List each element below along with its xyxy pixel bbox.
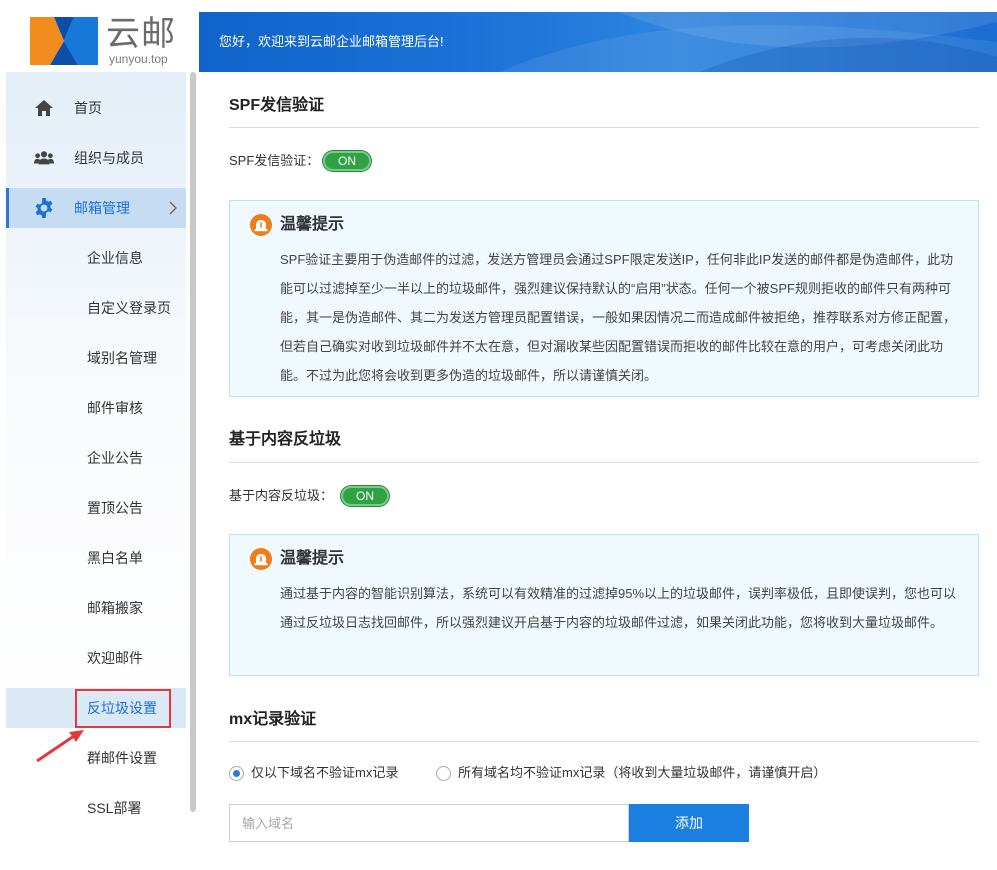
submenu-item-label: 自定义登录页 [87, 300, 171, 316]
add-domain-button[interactable]: 添加 [629, 804, 749, 842]
submenu-item-custom-login-page[interactable]: 自定义登录页 [6, 288, 186, 328]
radio-button-checked[interactable] [229, 766, 244, 781]
submenu-item-company-info[interactable]: 企业信息 [6, 238, 186, 278]
sidebar-item-mailbox-management[interactable]: 邮箱管理 [6, 188, 186, 228]
submenu-item-label: 企业公告 [87, 450, 143, 466]
spf-toggle-label: SPF发信验证： [229, 153, 320, 168]
submenu-item-ssl-deployment[interactable]: SSL部署 [6, 788, 186, 828]
submenu-item-blacklist-whitelist[interactable]: 黑白名单 [6, 538, 186, 578]
logo[interactable]: 云邮 yunyou.top [0, 0, 199, 72]
sidebar-item-label: 首页 [74, 100, 102, 116]
active-indicator [6, 188, 9, 228]
section-divider [229, 127, 979, 128]
home-icon [35, 100, 53, 116]
sidebar-item-home[interactable]: 首页 [6, 88, 186, 128]
toggle-state-text: ON [338, 154, 356, 168]
submenu-item-label: 欢迎邮件 [87, 650, 143, 666]
submenu-item-label: 邮箱搬家 [87, 600, 143, 616]
spf-tip-box: 温馨提示 SPF验证主要用于伪造邮件的过滤，发送方管理员会通过SPF限定发送IP… [229, 200, 979, 397]
gear-icon [35, 198, 53, 218]
annotation-arrow-icon [36, 730, 84, 763]
content-filter-tip-body: 通过基于内容的智能识别算法，系统可以有效精准的过滤掉95%以上的垃圾邮件，误判率… [280, 586, 957, 630]
submenu-item-label: 置顶公告 [87, 500, 143, 516]
mx-section-title: mx记录验证 [229, 711, 317, 728]
submenu-item-welcome-mail[interactable]: 欢迎邮件 [6, 638, 186, 678]
sidebar: 云邮 yunyou.top 首页 组织与成员 邮箱管理 企业信息 自定义登录页 … [0, 0, 199, 870]
submenu-item-pinned-announcements[interactable]: 置顶公告 [6, 488, 186, 528]
mx-option-all-domains[interactable]: 所有域名均不验证mx记录（将收到大量垃圾邮件，请谨慎开启） [436, 764, 876, 782]
users-icon [34, 151, 54, 165]
logo-mark-icon [30, 17, 98, 65]
submenu-item-label: 域别名管理 [87, 350, 157, 366]
alert-siren-icon [250, 214, 272, 236]
toggle-state-text: ON [356, 489, 374, 503]
submenu-item-label: 企业信息 [87, 250, 143, 266]
spf-tip-title: 温馨提示 [280, 216, 345, 233]
logo-domain: yunyou.top [109, 52, 168, 66]
sidebar-item-label: 组织与成员 [74, 150, 144, 166]
radio-label: 所有域名均不验证mx记录（将收到大量垃圾邮件，请谨慎开启） [458, 765, 827, 780]
spf-toggle[interactable]: ON [323, 151, 371, 171]
submenu-item-label: SSL部署 [87, 800, 142, 816]
radio-button-unchecked[interactable] [436, 766, 451, 781]
submenu-item-label: 邮件审核 [87, 400, 143, 416]
mx-radio-group: 仅以下域名不验证mx记录 所有域名均不验证mx记录（将收到大量垃圾邮件，请谨慎开… [229, 764, 989, 782]
spf-section-title: SPF发信验证 [229, 97, 325, 114]
welcome-text: 您好，欢迎来到云邮企业邮箱管理后台! [219, 34, 444, 49]
submenu-item-mailbox-migration[interactable]: 邮箱搬家 [6, 588, 186, 628]
submenu-item-announcements[interactable]: 企业公告 [6, 438, 186, 478]
section-divider [229, 462, 979, 463]
main-content: SPF发信验证 SPF发信验证： ON 温馨提示 SPF验证主要用于伪造邮件的过… [199, 72, 997, 870]
mx-option-except-listed[interactable]: 仅以下域名不验证mx记录 [229, 764, 419, 782]
domain-input[interactable] [229, 804, 629, 842]
content-filter-toggle-row: 基于内容反垃圾： ON [229, 486, 429, 506]
submenu-item-mail-review[interactable]: 邮件审核 [6, 388, 186, 428]
submenu-item-label: 黑白名单 [87, 550, 143, 566]
content-filter-tip-title: 温馨提示 [280, 550, 345, 567]
app-root: 云邮 yunyou.top 首页 组织与成员 邮箱管理 企业信息 自定义登录页 … [0, 0, 997, 870]
sidebar-item-label: 邮箱管理 [74, 200, 130, 216]
content-filter-tip-box: 温馨提示 通过基于内容的智能识别算法，系统可以有效精准的过滤掉95%以上的垃圾邮… [229, 534, 979, 676]
alert-siren-icon [250, 548, 272, 570]
section-divider [229, 741, 979, 742]
spf-toggle-row: SPF发信验证： ON [229, 151, 429, 171]
header-banner: 您好，欢迎来到云邮企业邮箱管理后台! [199, 12, 997, 72]
sidebar-item-org-members[interactable]: 组织与成员 [6, 138, 186, 178]
chevron-right-icon [169, 201, 177, 215]
submenu-item-domain-alias[interactable]: 域别名管理 [6, 338, 186, 378]
content-filter-toggle[interactable]: ON [341, 486, 389, 506]
logo-name: 云邮 [106, 14, 176, 54]
submenu-item-group-mail-settings[interactable]: 群邮件设置 [6, 738, 186, 778]
annotation-highlight-box [75, 689, 171, 728]
radio-label: 仅以下域名不验证mx记录 [251, 765, 399, 780]
sidebar-nav: 首页 组织与成员 邮箱管理 企业信息 自定义登录页 域别名管理 邮件审核 企业公… [6, 72, 186, 852]
submenu-item-label: 群邮件设置 [87, 750, 157, 766]
content-filter-toggle-label: 基于内容反垃圾： [229, 488, 334, 503]
content-filter-section-title: 基于内容反垃圾 [229, 431, 342, 448]
spf-tip-body: SPF验证主要用于伪造邮件的过滤，发送方管理员会通过SPF限定发送IP，任何非此… [280, 252, 957, 383]
sidebar-scrollbar[interactable] [190, 72, 196, 812]
